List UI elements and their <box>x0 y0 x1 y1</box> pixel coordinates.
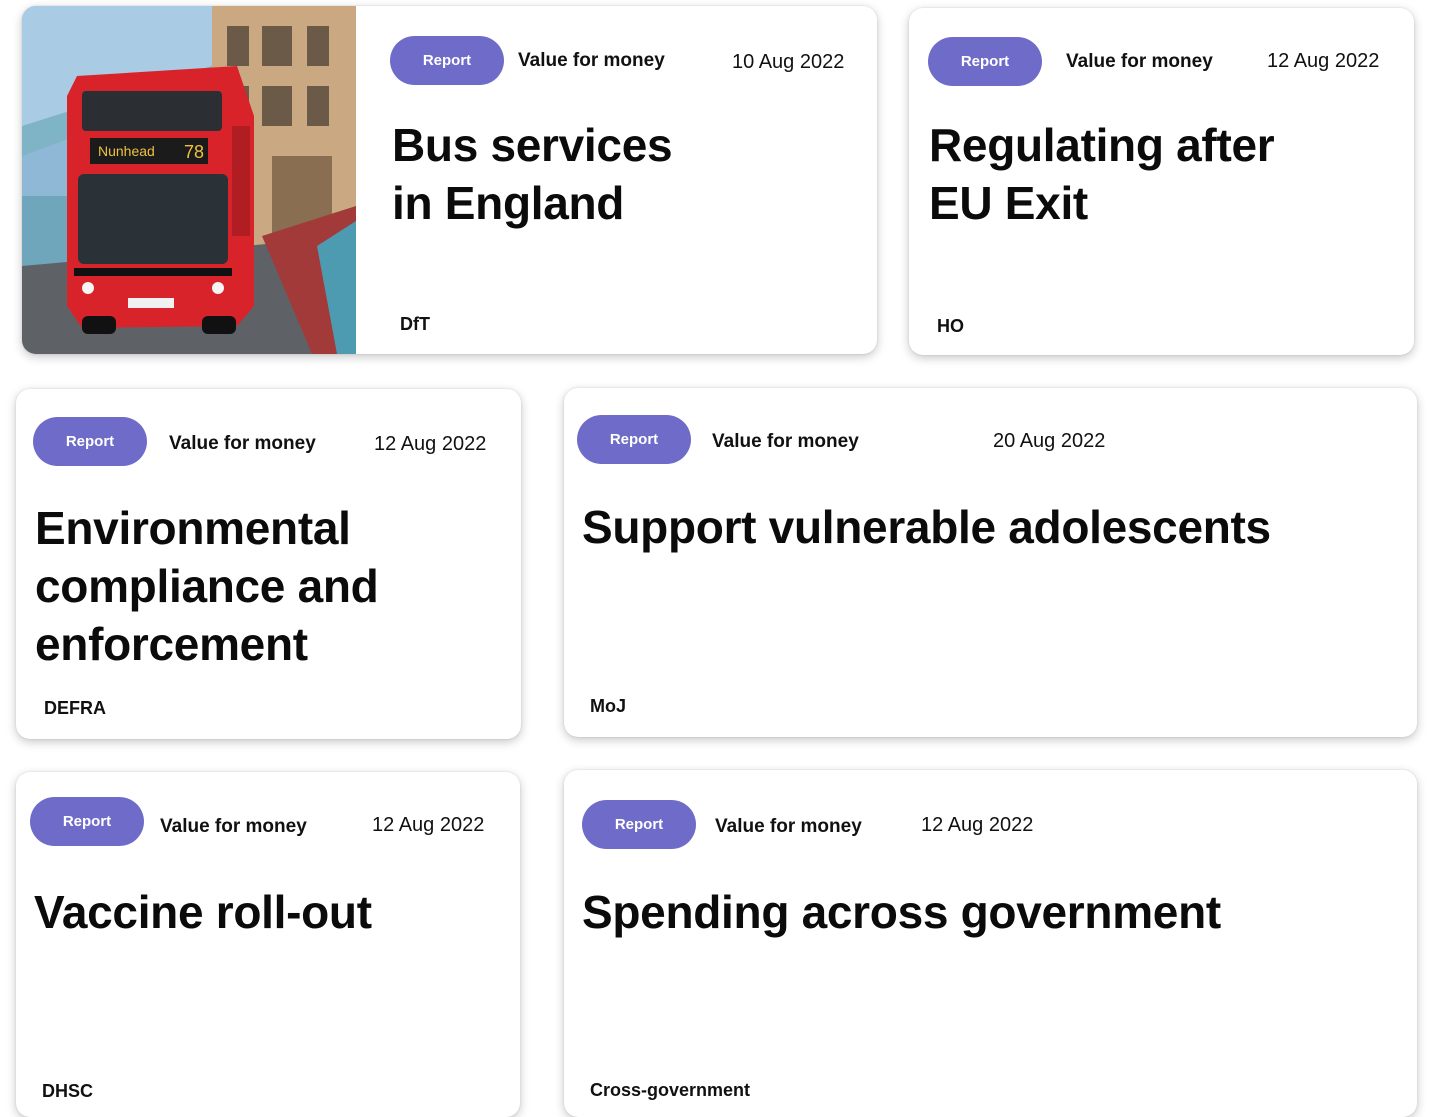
title-line: Vaccine roll-out <box>34 886 372 938</box>
department-label: MoJ <box>590 696 626 716</box>
category-label: Value for money <box>1066 51 1213 72</box>
publish-date: 12 Aug 2022 <box>921 814 1034 836</box>
report-card-regulating-eu-exit[interactable]: Report Value for money 12 Aug 2022 Regul… <box>909 8 1414 355</box>
report-title[interactable]: Bus services in England <box>392 116 673 232</box>
title-line: in England <box>392 177 625 229</box>
title-line: Spending across government <box>582 886 1221 938</box>
title-line: Bus services <box>392 119 673 171</box>
report-title[interactable]: Environmental compliance and enforcement <box>35 499 379 673</box>
title-line: Environmental <box>35 502 351 554</box>
publish-date: 10 Aug 2022 <box>732 51 845 73</box>
title-line: enforcement <box>35 618 308 670</box>
report-title[interactable]: Regulating after EU Exit <box>929 116 1275 232</box>
publish-date: 20 Aug 2022 <box>993 430 1106 452</box>
report-badge[interactable]: Report <box>928 37 1042 86</box>
bus-route: 78 <box>184 142 204 162</box>
report-badge[interactable]: Report <box>577 415 691 464</box>
report-card-vaccine-rollout[interactable]: Report Value for money 12 Aug 2022 Vacci… <box>16 772 520 1117</box>
publish-date: 12 Aug 2022 <box>374 433 487 455</box>
publish-date: 12 Aug 2022 <box>372 814 485 836</box>
report-card-bus-services[interactable]: Nunhead 78 Report Value for money 10 Aug… <box>22 6 877 354</box>
report-card-vulnerable-adolescents[interactable]: Report Value for money 20 Aug 2022 Suppo… <box>564 388 1417 737</box>
category-label: Value for money <box>160 816 307 837</box>
department-label: DfT <box>400 314 430 334</box>
department-label: DEFRA <box>44 698 106 718</box>
publish-date: 12 Aug 2022 <box>1267 50 1380 72</box>
report-title[interactable]: Support vulnerable adolescents <box>582 498 1271 556</box>
category-label: Value for money <box>169 433 316 454</box>
report-title[interactable]: Spending across government <box>582 883 1221 941</box>
report-title[interactable]: Vaccine roll-out <box>34 883 372 941</box>
report-card-spending-government[interactable]: Report Value for money 12 Aug 2022 Spend… <box>564 770 1417 1117</box>
report-badge[interactable]: Report <box>582 800 696 849</box>
department-label: HO <box>937 316 964 336</box>
title-line: Support vulnerable adolescents <box>582 501 1271 553</box>
title-line: Regulating after <box>929 119 1275 171</box>
department-label: DHSC <box>42 1081 94 1101</box>
report-badge[interactable]: Report <box>390 36 504 85</box>
bus-destination: Nunhead <box>98 143 155 159</box>
report-badge[interactable]: Report <box>33 417 147 466</box>
title-line: EU Exit <box>929 177 1088 229</box>
department-label: Cross-government <box>590 1080 751 1100</box>
report-card-environmental-compliance[interactable]: Report Value for money 12 Aug 2022 Envir… <box>16 389 521 739</box>
title-line: compliance and <box>35 560 379 612</box>
bus-photo: Nunhead 78 <box>22 6 356 354</box>
category-label: Value for money <box>715 816 862 837</box>
category-label: Value for money <box>518 50 665 71</box>
report-badge[interactable]: Report <box>30 797 144 846</box>
category-label: Value for money <box>712 431 859 452</box>
